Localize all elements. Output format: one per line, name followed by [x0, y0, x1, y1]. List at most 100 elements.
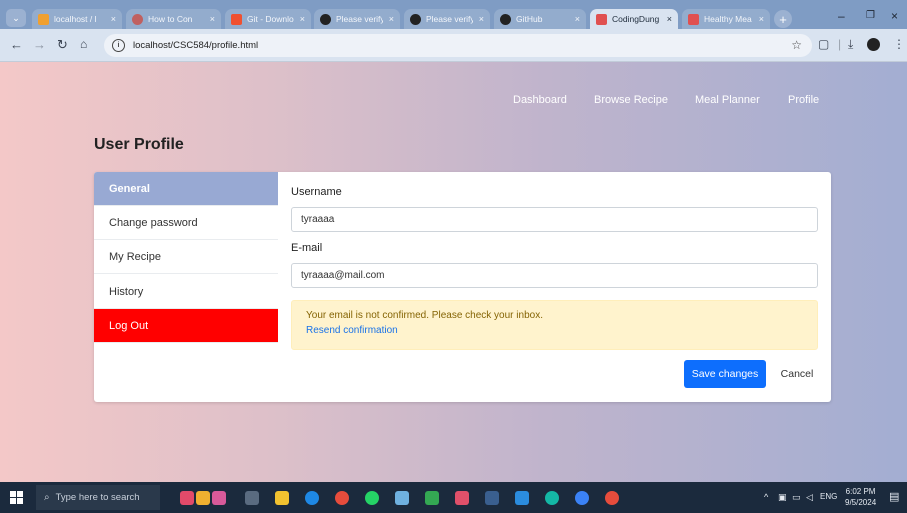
tab-label: Healthy Mea: [704, 14, 752, 24]
new-tab-icon[interactable]: +: [774, 10, 792, 28]
tab-favicon-icon: [38, 13, 49, 25]
app-icon[interactable]: [485, 491, 499, 505]
address-bar[interactable]: i localhost/CSC584/profile.html ☆: [104, 34, 812, 57]
menu-item-history[interactable]: History: [94, 275, 278, 309]
email-label: E-mail: [291, 242, 323, 254]
browser-tab[interactable]: Git - Downlo ×: [225, 9, 311, 29]
nav-profile[interactable]: Profile: [788, 94, 819, 106]
back-icon[interactable]: ←: [10, 37, 23, 52]
menu-item-general[interactable]: General: [94, 172, 278, 206]
tray-chevron-icon[interactable]: ^: [764, 492, 768, 502]
tab-close-icon[interactable]: ×: [210, 14, 215, 24]
minimize-icon[interactable]: –: [838, 9, 845, 23]
tab-search-icon[interactable]: ⌄: [6, 9, 26, 27]
app-icon[interactable]: [395, 491, 409, 505]
browser-tab-active[interactable]: CodingDung ×: [590, 9, 678, 29]
network-icon[interactable]: ▣: [778, 492, 787, 503]
tulip-widget-icon[interactable]: [212, 491, 226, 505]
tab-favicon-icon: [132, 13, 143, 25]
language-indicator[interactable]: ENG: [820, 492, 837, 501]
tulip-widget-icon[interactable]: [196, 491, 210, 505]
menu-kebab-icon[interactable]: ⋮: [893, 37, 905, 51]
tab-label: Please verify: [426, 14, 473, 24]
username-label: Username: [291, 186, 342, 198]
file-explorer-icon[interactable]: [275, 491, 289, 505]
tab-favicon-icon: [231, 13, 242, 25]
username-input[interactable]: [291, 207, 818, 232]
resend-confirmation-link[interactable]: Resend confirmation: [306, 325, 803, 336]
taskbar-search-placeholder: Type here to search: [55, 492, 140, 503]
nav-meal-planner[interactable]: Meal Planner: [695, 94, 760, 106]
tab-close-icon[interactable]: ×: [759, 14, 764, 24]
browser-tab[interactable]: GitHub ×: [494, 9, 586, 29]
browser-tab[interactable]: Please verify ×: [404, 9, 490, 29]
tab-close-icon[interactable]: ×: [479, 14, 484, 24]
toolbar-divider: |: [838, 37, 842, 51]
tab-close-icon[interactable]: ×: [575, 14, 580, 24]
profile-side-menu: General Change password My Recipe Histor…: [94, 172, 278, 343]
bookmark-star-icon[interactable]: ☆: [791, 38, 802, 52]
tulip-widget-icon[interactable]: [180, 491, 194, 505]
app-icon[interactable]: [425, 491, 439, 505]
tab-close-icon[interactable]: ×: [667, 14, 672, 24]
taskbar-search-box[interactable]: ⌕ Type here to search: [36, 485, 160, 510]
clock-date: 9/5/2024: [845, 498, 877, 507]
restore-icon[interactable]: ❐: [866, 10, 875, 21]
windows-start-icon[interactable]: [10, 491, 23, 504]
menu-item-my-recipe[interactable]: My Recipe: [94, 240, 278, 274]
tab-favicon-icon: [596, 13, 607, 25]
tab-close-icon[interactable]: ×: [111, 14, 116, 24]
download-icon[interactable]: ⤓: [848, 37, 853, 52]
tab-label: CodingDung: [612, 14, 660, 24]
tab-close-icon[interactable]: ×: [389, 14, 394, 24]
windows-taskbar: ⌕ Type here to search ^ ▣ ▭ ◁ ENG 6:02 P…: [0, 482, 907, 513]
tab-favicon-icon: [688, 13, 699, 25]
tab-label: Please verify: [336, 14, 383, 24]
browser-tab[interactable]: How to Con ×: [126, 9, 221, 29]
volume-icon[interactable]: ◁: [806, 492, 813, 503]
browser-tab[interactable]: localhost / l ×: [32, 9, 122, 29]
site-info-icon[interactable]: i: [112, 39, 125, 52]
profile-avatar-icon[interactable]: [867, 38, 880, 51]
address-url: localhost/CSC584/profile.html: [133, 40, 259, 51]
chrome-icon[interactable]: [335, 491, 349, 505]
tab-close-icon[interactable]: ×: [300, 14, 305, 24]
email-input[interactable]: [291, 263, 818, 288]
chrome-icon[interactable]: [605, 491, 619, 505]
tab-label: How to Con: [148, 14, 193, 24]
app-icon[interactable]: [455, 491, 469, 505]
taskbar-clock[interactable]: 6:02 PM 9/5/2024: [845, 486, 876, 508]
browser-toolbar: ← → ↻ ⌂ i localhost/CSC584/profile.html …: [0, 29, 907, 62]
tab-label: GitHub: [516, 14, 543, 24]
cancel-button[interactable]: Cancel: [772, 360, 822, 388]
github-icon: [320, 13, 331, 25]
whatsapp-icon[interactable]: [365, 491, 379, 505]
browser-tab[interactable]: Please verify ×: [314, 9, 400, 29]
page-title: User Profile: [94, 136, 184, 153]
vscode-icon[interactable]: [515, 491, 529, 505]
browser-tab-bar: ⌄ localhost / l × How to Con × Git - Dow…: [0, 0, 907, 29]
battery-icon[interactable]: ▭: [792, 492, 801, 503]
clock-time: 6:02 PM: [845, 487, 876, 496]
nav-browse-recipe[interactable]: Browse Recipe: [594, 94, 668, 106]
edge-icon[interactable]: [305, 491, 319, 505]
github-icon: [410, 13, 421, 25]
page-content: Dashboard Browse Recipe Meal Planner Pro…: [0, 62, 907, 482]
save-changes-button[interactable]: Save changes: [684, 360, 766, 388]
app-icon[interactable]: [575, 491, 589, 505]
extensions-icon[interactable]: ▢: [818, 37, 829, 51]
app-icon[interactable]: [545, 491, 559, 505]
menu-item-log-out[interactable]: Log Out: [94, 309, 278, 343]
browser-tab[interactable]: Healthy Mea ×: [682, 9, 770, 29]
tab-label: Git - Downlo: [247, 14, 294, 24]
nav-dashboard[interactable]: Dashboard: [513, 94, 567, 106]
forward-icon[interactable]: →: [33, 37, 46, 52]
menu-item-change-password[interactable]: Change password: [94, 206, 278, 240]
reload-icon[interactable]: ↻: [57, 37, 68, 53]
close-window-icon[interactable]: ×: [891, 9, 898, 23]
notification-icon[interactable]: ▤: [889, 490, 899, 503]
email-warning-alert: Your email is not confirmed. Please chec…: [291, 300, 818, 350]
task-view-icon[interactable]: [245, 491, 259, 505]
github-icon: [500, 13, 511, 25]
home-icon[interactable]: ⌂: [80, 37, 87, 51]
